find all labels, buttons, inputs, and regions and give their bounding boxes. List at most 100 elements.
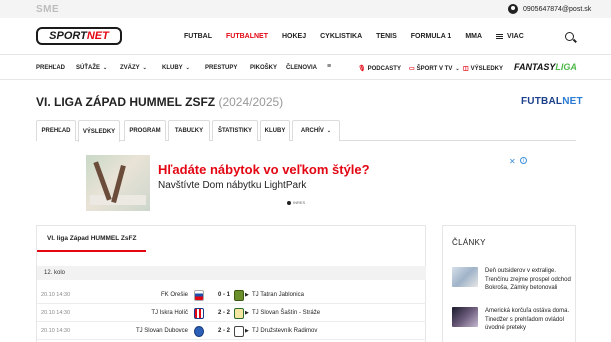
subnav-label: VÝSLEDKY	[470, 66, 504, 72]
tab-label: PREHĽAD	[41, 128, 71, 134]
ad-close-icon[interactable]: ✕	[509, 157, 516, 166]
article-item[interactable]: Americká korčuľa ostáva doma. Tinedžer s…	[452, 307, 572, 341]
home-crest-icon	[194, 308, 204, 319]
home-team[interactable]: TJ Slovan Dubovce	[136, 328, 188, 334]
home-team[interactable]: TJ Iskra Holíč	[151, 310, 188, 316]
tab-kluby[interactable]: KLUBY	[260, 120, 290, 141]
user-email: 0905647874@post.sk	[523, 5, 592, 13]
match-row[interactable]: 20.10 14:30 TJ Iskra Holíč 2 - 2 ▶ TJ Sl…	[37, 305, 426, 322]
ad-title: Hľadáte nábytok vo veľkom štýle?	[158, 162, 370, 177]
tab-label: TABUĽKY	[174, 128, 204, 134]
logo-text-sport: SPORT	[49, 30, 87, 42]
home-team[interactable]: FK Orešie	[161, 292, 188, 298]
away-team[interactable]: TJ Tatran Jablonica	[252, 292, 304, 298]
ad-image	[86, 155, 150, 211]
ad-text: Navštívte Dom nábytku LightPark	[158, 180, 307, 191]
subnav-kluby[interactable]: KLUBY ⌄	[162, 65, 190, 71]
fantasy-liga-logo[interactable]: FANTASYLIGA	[514, 62, 577, 72]
tab-prehlad[interactable]: PREHĽAD	[36, 120, 76, 141]
results-panel: VI. liga Západ HUMMEL ZsFZ 12. kolo 20.1…	[36, 225, 426, 342]
advertisement-banner[interactable]: Hľadáte nábytok vo veľkom štýle? Navštív…	[86, 155, 528, 211]
articles-sidebar: ČLÁNKY Deň outsiderov v extralige. Trenč…	[442, 225, 576, 342]
subnav-label: PREHĽAD	[36, 65, 66, 71]
tab-tabulky[interactable]: TABUĽKY	[168, 120, 210, 141]
chevron-down-icon: ⌄	[103, 65, 108, 71]
subnav-zvazy[interactable]: ZVÄZY ⌄	[120, 65, 147, 71]
page-title: VI. LIGA ZÁPAD HUMMEL ZSFZ (2024/2025)	[36, 95, 283, 109]
nav-mma[interactable]: MMA	[465, 33, 482, 40]
nav-cyklistika[interactable]: CYKLISTIKA	[320, 33, 362, 40]
nav-futbalnet[interactable]: FUTBALNET	[226, 33, 268, 40]
ad-info-icon[interactable]: i	[520, 157, 527, 164]
main-navigation: SPORT NET FUTBAL FUTBALNET HOKEJ CYKLISTI…	[0, 18, 611, 55]
tab-archiv[interactable]: ARCHÍV ⌄	[292, 120, 340, 141]
futbalnet-logo-text: FUTBAL	[521, 96, 563, 107]
tab-program[interactable]: PROGRAM	[124, 120, 166, 141]
logo-text-net: NET	[86, 30, 109, 42]
subnav-pikosky[interactable]: PIKOŠKY	[250, 65, 277, 71]
away-crest-icon	[234, 326, 244, 337]
futbalnet-logo[interactable]: FUTBALNET	[521, 96, 583, 107]
caret-right-icon: ▶	[245, 310, 249, 316]
league-season: (2024/2025)	[218, 95, 284, 109]
match-datetime: 20.10 14:30	[41, 292, 71, 298]
liga-text: LIGA	[555, 62, 577, 72]
futbalnet-logo-accent: NET	[562, 96, 583, 107]
ad-brand-label: INRES	[293, 200, 306, 205]
subnav-label: ZVÄZY	[120, 65, 140, 71]
nav-futbal[interactable]: FUTBAL	[184, 33, 212, 40]
top-bar: SME 0905647874@post.sk	[0, 0, 611, 18]
match-row[interactable]: 20.10 14:30 TJ Slovan Dubovce 2 - 2 ▶ TJ…	[37, 323, 426, 340]
subnav-sport-v-tv[interactable]: ▭ ŠPORT V TV ⌄	[409, 65, 460, 72]
article-item[interactable]: Deň outsiderov v extralige. Trenčínu zre…	[452, 267, 572, 301]
nav-formula1[interactable]: FORMULA 1	[411, 33, 452, 40]
sidebar-title: ČLÁNKY	[452, 238, 486, 247]
away-team[interactable]: TJ Slovan Šaštín - Stráže	[252, 310, 320, 316]
article-title: Americká korčuľa ostáva doma. Tinedžer s…	[485, 308, 570, 331]
tv-icon: ▭	[409, 66, 415, 72]
subnav-label: KLUBY	[162, 65, 183, 71]
tab-label: VÝSLEDKY	[82, 128, 116, 135]
subnav-prehlad[interactable]: PREHĽAD	[36, 65, 65, 71]
home-crest-icon	[194, 326, 204, 337]
competition-tab[interactable]: VI. liga Západ HUMMEL ZsFZ	[37, 226, 147, 252]
nav-tenis[interactable]: TENIS	[376, 33, 397, 40]
match-row[interactable]: 20.10 14:30 FK Orešie 0 - 1 ▶ TJ Tatran …	[37, 287, 426, 304]
article-thumbnail	[452, 267, 478, 287]
nav-more[interactable]: VIAC	[496, 33, 524, 40]
sportnet-logo[interactable]: SPORT NET	[36, 27, 122, 45]
chevron-down-icon: ⌄	[185, 65, 190, 71]
sub-navigation: PREHĽAD SÚŤAŽE ⌄ ZVÄZY ⌄ KLUBY ⌄ PRESTUPY P…	[0, 56, 611, 80]
round-header: 12. kolo	[37, 266, 426, 280]
chevron-down-icon: ⌄	[326, 128, 332, 134]
ad-brand-icon	[287, 200, 291, 205]
subnav-prestupy[interactable]: PRESTUPY	[205, 65, 237, 71]
away-crest-icon	[234, 290, 244, 301]
subnav-label: SÚŤAŽE	[76, 65, 100, 71]
subnav-label: ČLENOVIA	[286, 65, 318, 71]
nav-hokej[interactable]: HOKEJ	[282, 33, 306, 40]
search-icon[interactable]	[565, 32, 574, 41]
tab-label: KLUBY	[264, 128, 286, 134]
home-crest-icon	[194, 290, 204, 301]
subnav-more-icon[interactable]: ≡	[327, 63, 331, 70]
tab-label: ARCHÍV	[300, 128, 324, 134]
caret-right-icon: ▶	[245, 328, 249, 334]
subnav-vysledky[interactable]: ◫ VÝSLEDKY	[463, 65, 503, 72]
tab-statistiky[interactable]: ŠTATISTIKY	[212, 120, 258, 141]
ad-brand: INRES	[287, 200, 305, 205]
microphone-icon: 🎙	[358, 66, 366, 72]
user-account[interactable]: 0905647874@post.sk	[508, 4, 591, 14]
subnav-sutaze[interactable]: SÚŤAŽE ⌄	[76, 65, 107, 71]
tab-vysledky[interactable]: VÝSLEDKY	[78, 120, 120, 142]
article-title: Deň outsiderov v extralige. Trenčínu zre…	[485, 268, 571, 291]
match-datetime: 20.10 14:30	[41, 310, 71, 316]
subnav-podcasty[interactable]: 🎙 PODCASTY	[358, 65, 401, 72]
tab-label: ŠTATISTIKY	[217, 128, 253, 134]
away-team[interactable]: TJ Družstevník Radimov	[252, 328, 317, 334]
sme-logo[interactable]: SME	[36, 4, 59, 15]
subnav-clenovia[interactable]: ČLENOVIA	[286, 65, 317, 71]
scoreboard-icon: ◫	[463, 66, 469, 72]
subnav-label: PRESTUPY	[205, 65, 238, 71]
subnav-label: ŠPORT V TV	[416, 66, 453, 72]
